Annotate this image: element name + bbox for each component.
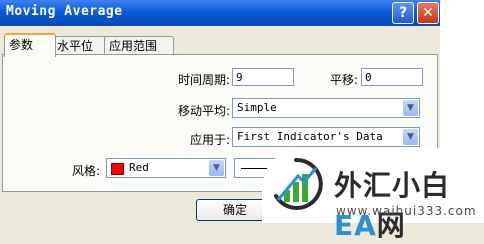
shift-label: 平移: (329, 73, 358, 87)
ma-method-label: 移动平均: (177, 104, 230, 118)
title-bar: Moving Average ? ✕ (0, 0, 484, 26)
chevron-down-icon[interactable]: ▼ (403, 100, 418, 116)
shift-input[interactable]: 0 (361, 68, 423, 86)
close-icon: ✕ (422, 5, 434, 21)
close-button[interactable]: ✕ (417, 2, 439, 24)
apply-to-label: 应用于: (189, 133, 230, 147)
apply-to-value: First Indicator's Data (237, 130, 383, 143)
chevron-down-icon[interactable]: ▼ (403, 129, 418, 145)
window-title: Moving Average (6, 4, 123, 19)
color-value: Red (129, 161, 149, 174)
help-button[interactable]: ? (392, 2, 414, 24)
style-label: 风格: (71, 164, 100, 178)
watermark-title-prefix: 外汇小白 (334, 169, 451, 202)
color-swatch-icon (111, 163, 124, 175)
chevron-down-icon[interactable]: ▼ (209, 160, 224, 176)
help-icon: ? (398, 5, 408, 21)
period-label: 时间周期: (177, 73, 230, 87)
tab-levels[interactable]: 水平位 (52, 36, 110, 55)
ma-method-select[interactable]: Simple ▼ (232, 98, 420, 118)
watermark-logo-icon (274, 157, 323, 210)
ok-button-label: 确定 (222, 203, 247, 217)
tab-levels-label: 水平位 (57, 39, 94, 53)
ma-method-value: Simple (237, 101, 277, 114)
tab-visualization-label: 应用范围 (109, 39, 158, 53)
tab-visualization[interactable]: 应用范围 (104, 36, 174, 55)
watermark-url: www.waihui333.com (336, 204, 477, 218)
tab-parameters[interactable]: 参数 (4, 33, 56, 57)
color-select[interactable]: Red ▼ (106, 158, 226, 178)
tab-parameters-label: 参数 (9, 38, 34, 52)
period-input[interactable]: 9 (232, 68, 294, 86)
apply-to-select[interactable]: First Indicator's Data ▼ (232, 127, 420, 147)
